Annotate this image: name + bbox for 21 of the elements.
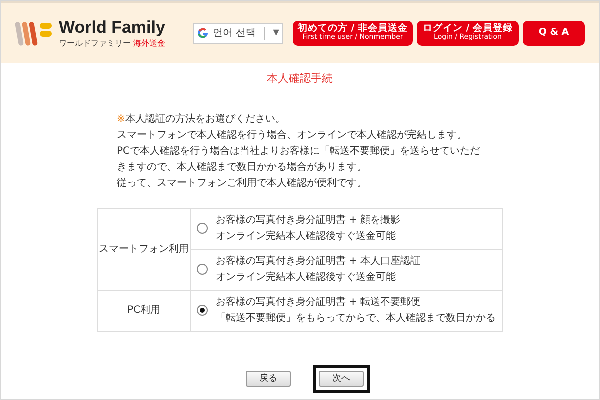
intro-line: きますので、本人確認まで数日かかる場合があります。 xyxy=(117,160,368,174)
nav-button[interactable]: Q & A xyxy=(523,20,585,46)
option-note: 「転送不要郵便」をもらってからで、本人確認まで数日かかる xyxy=(216,312,496,326)
next-button[interactable]: 次へ xyxy=(319,371,364,388)
page-title: 本人確認手続 xyxy=(267,71,333,87)
instruction-text: ※本人認証の方法をお選びください。 xyxy=(117,112,286,126)
option-note: オンライン完結本人確認後すぐ送金可能 xyxy=(216,230,397,244)
method-label: PC利用 xyxy=(98,290,190,331)
option-text: お客様の写真付き身分証明書 + 顔を撮影 xyxy=(216,214,401,228)
service-tag: 海外送金 xyxy=(134,38,166,48)
intro-line: スマートフォンで本人確認を行う場合、オンラインで本人確認が完結します。 xyxy=(117,128,468,142)
intro-line: 従って、スマートフォンご利用で本人確認が便利です。 xyxy=(117,176,368,190)
brand-name: World Family xyxy=(59,18,166,36)
back-button[interactable]: 戻る xyxy=(246,371,291,388)
brand-subtitle: ワールドファミリー xyxy=(59,38,131,48)
language-select[interactable]: 언어 선택 ▼ xyxy=(193,22,284,44)
intro-line: PCで本人確認を行う場合は当社よりお客様に「転送不要郵便」を送らせていただ xyxy=(117,144,482,158)
option-text: お客様の写真付き身分証明書 + 本人口座認証 xyxy=(216,254,421,268)
method-label: スマートフォン利用 xyxy=(98,208,190,290)
option-text: お客様の写真付き身分証明書 + 転送不要郵便 xyxy=(216,296,422,310)
option-note: オンライン完結本人確認後すぐ送金可能 xyxy=(216,270,397,284)
